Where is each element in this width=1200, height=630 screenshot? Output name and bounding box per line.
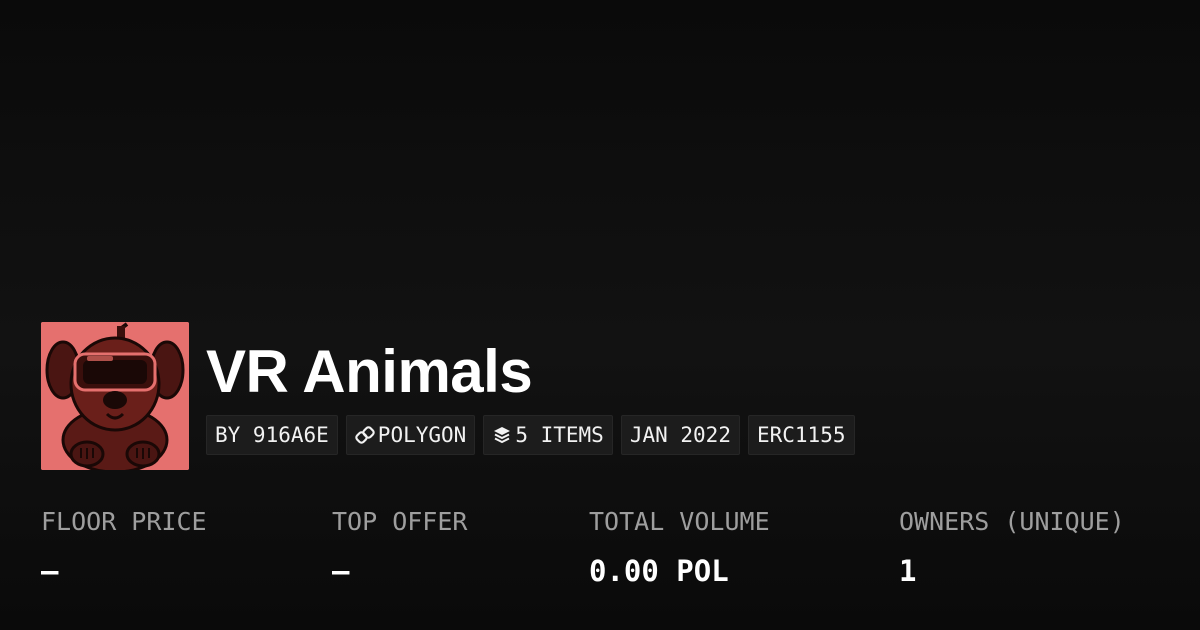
owners-value: 1 xyxy=(899,554,917,588)
floor-price-value: – xyxy=(41,554,59,588)
chain-tag[interactable]: POLYGON xyxy=(345,415,476,455)
collection-avatar xyxy=(41,322,189,470)
top-offer-value: – xyxy=(332,554,350,588)
layers-icon xyxy=(494,427,511,444)
stat-floor-price: FLOOR PRICE – xyxy=(41,505,207,588)
collection-tags: BY 916A6E POLYGON 5 ITEMS JAN 2022 ERC11… xyxy=(206,415,855,455)
creator-label: BY 916A6E xyxy=(215,423,329,447)
standard-label: ERC1155 xyxy=(756,423,846,447)
floor-price-label: FLOOR PRICE xyxy=(41,507,207,536)
collection-title: VR Animals xyxy=(206,338,533,405)
vr-dog-icon xyxy=(41,322,189,470)
chain-label: POLYGON xyxy=(377,423,467,447)
stat-top-offer: TOP OFFER – xyxy=(332,505,467,588)
total-volume-label: TOTAL VOLUME xyxy=(589,507,770,536)
standard-tag: ERC1155 xyxy=(747,415,855,455)
link-icon xyxy=(355,426,375,444)
creator-tag[interactable]: BY 916A6E xyxy=(206,415,338,455)
items-label: 5 ITEMS xyxy=(515,423,604,447)
date-label: JAN 2022 xyxy=(629,423,731,447)
date-tag: JAN 2022 xyxy=(620,415,740,455)
total-volume-value: 0.00 POL xyxy=(589,554,729,588)
owners-label: OWNERS (UNIQUE) xyxy=(899,507,1125,536)
stat-total-volume: TOTAL VOLUME 0.00 POL xyxy=(589,505,770,588)
items-tag[interactable]: 5 ITEMS xyxy=(483,415,613,455)
top-offer-label: TOP OFFER xyxy=(332,507,468,536)
stat-owners: OWNERS (UNIQUE) 1 xyxy=(899,505,1125,588)
